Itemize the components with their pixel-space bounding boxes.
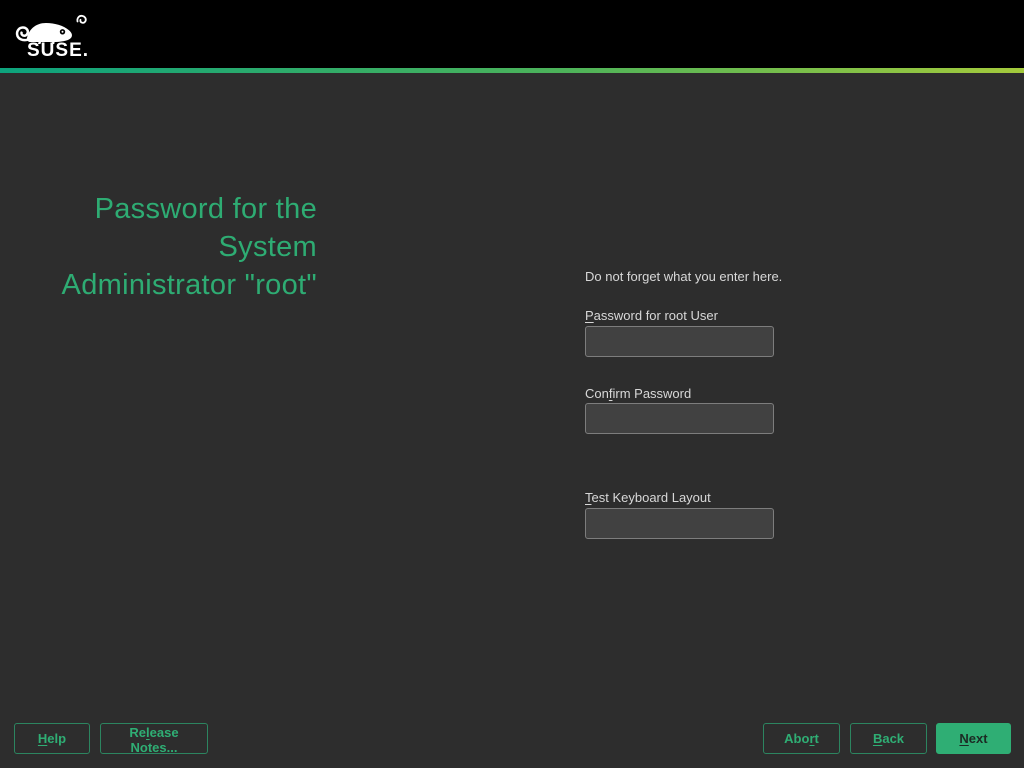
header-bar: SUSE. — [0, 0, 1024, 68]
button-text: ext — [968, 731, 988, 746]
label-text: irm Password — [612, 386, 692, 401]
label-text: Con — [585, 386, 609, 401]
button-text: t — [814, 731, 819, 746]
button-text: Re — [129, 725, 147, 740]
button-text: ack — [882, 731, 905, 746]
suse-logo: SUSE. — [13, 11, 99, 60]
hint-text: Do not forget what you enter here. — [585, 269, 783, 284]
back-button[interactable]: Back — [850, 723, 927, 754]
button-mnemonic: B — [872, 731, 883, 746]
confirm-password-input[interactable] — [585, 403, 774, 434]
suse-wordmark: SUSE. — [27, 40, 90, 61]
root-password-label: Password for root User — [585, 308, 718, 323]
header-gradient-divider — [0, 68, 1024, 73]
button-text: elp — [47, 731, 67, 746]
page-title-line: System — [218, 231, 317, 263]
button-text: Abo — [784, 731, 810, 746]
root-password-input[interactable] — [585, 326, 774, 357]
page-title-line: Administrator "root" — [61, 269, 317, 301]
button-mnemonic: N — [959, 731, 969, 746]
label-text: assword for root User — [593, 308, 718, 323]
test-keyboard-label: Test Keyboard Layout — [585, 490, 711, 505]
page-title: Password for the System Administrator "r… — [0, 190, 317, 304]
page-title-line: Password for the — [94, 193, 317, 225]
confirm-password-label: Confirm Password — [585, 386, 691, 401]
button-mnemonic: H — [37, 731, 48, 746]
label-mnemonic: P — [585, 308, 594, 323]
abort-button[interactable]: Abort — [763, 723, 840, 754]
help-button[interactable]: Help — [14, 723, 90, 754]
next-button[interactable]: Next — [936, 723, 1011, 754]
label-text: est Keyboard Layout — [591, 490, 711, 505]
release-notes-button[interactable]: Release Notes... — [100, 723, 208, 755]
keyboard-test-input[interactable] — [585, 508, 774, 539]
